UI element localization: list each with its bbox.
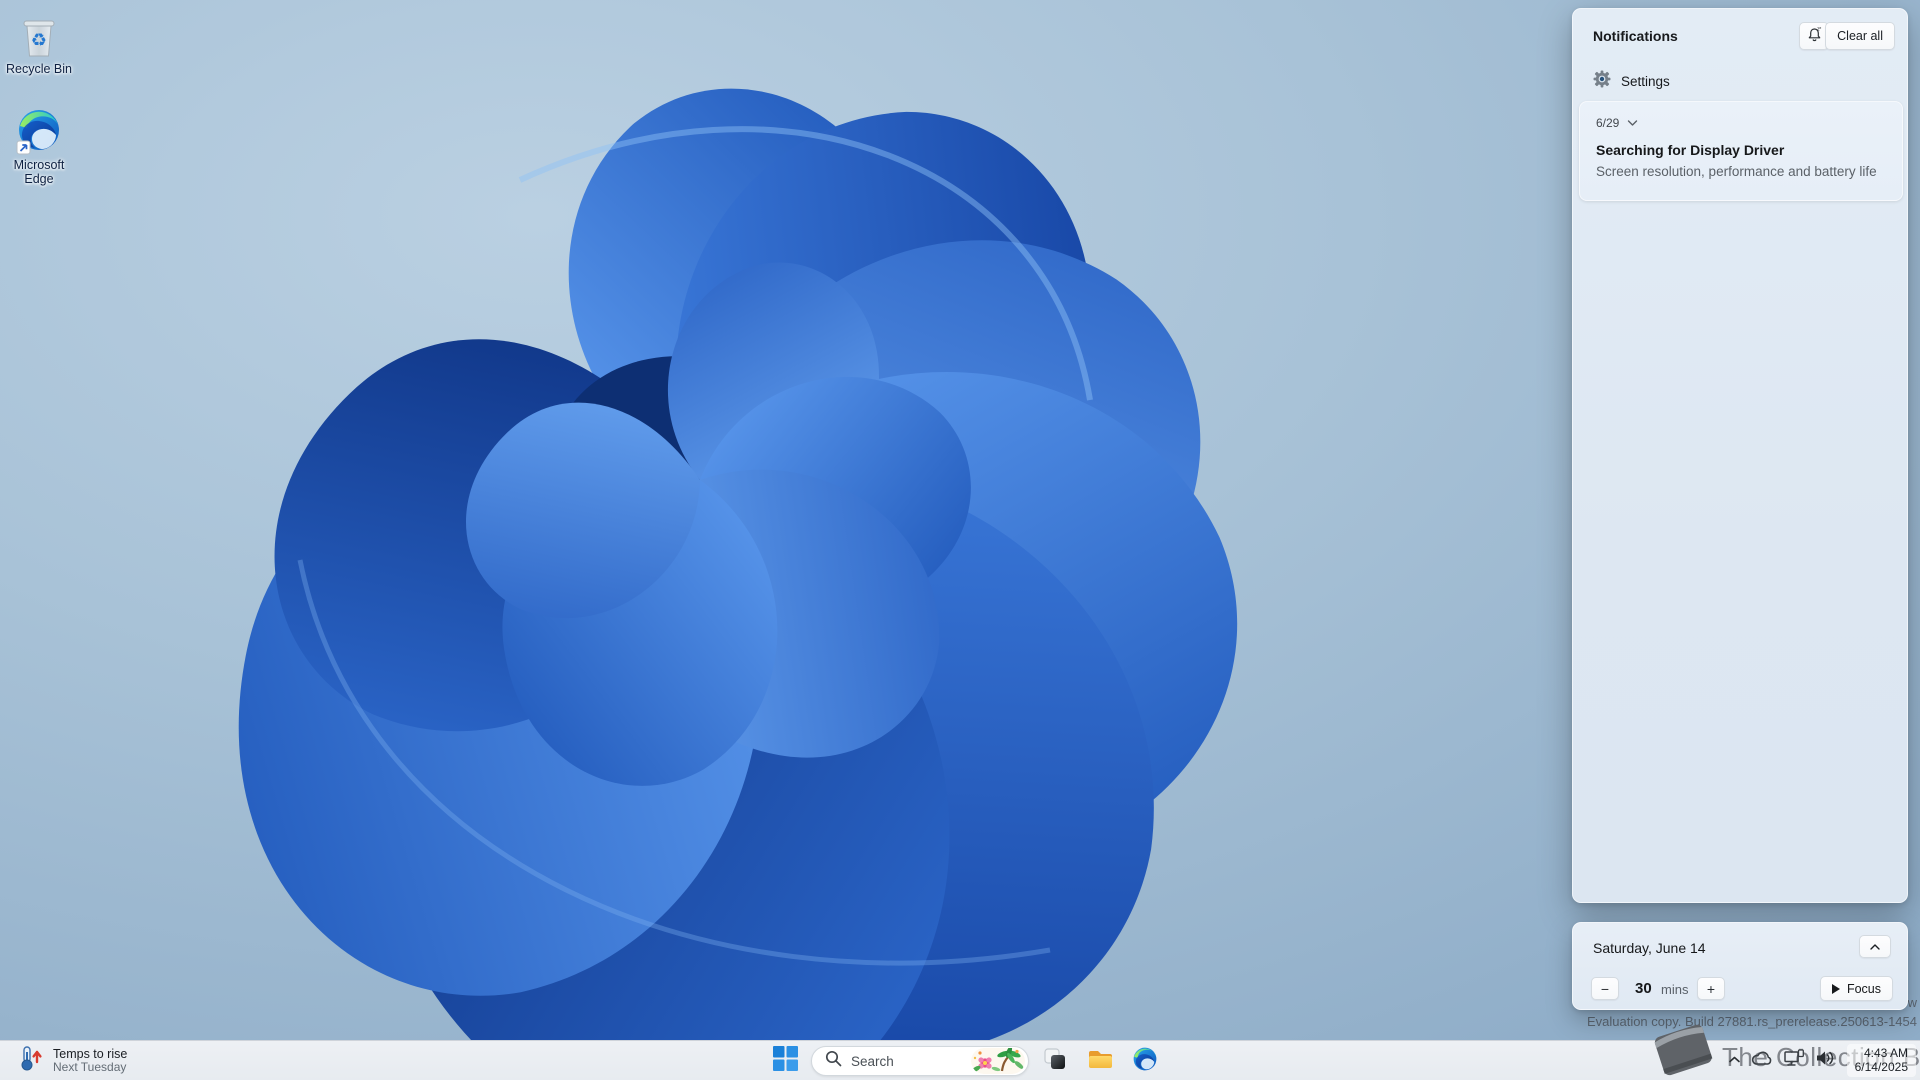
notification-settings-row[interactable]: Settings	[1593, 69, 1670, 93]
notification-group-header[interactable]: 6/29	[1596, 114, 1638, 132]
desktop-icon-label: Microsoft Edge	[0, 158, 78, 186]
file-explorer-icon	[1087, 1045, 1114, 1077]
notification-group-card[interactable]: 6/29 Searching for Display Driver Screen…	[1579, 101, 1903, 201]
calendar-collapse-button[interactable]	[1859, 935, 1891, 958]
system-tray: 4:43 AM 6/14/2025	[1723, 1040, 1920, 1080]
windows-logo-icon	[773, 1046, 798, 1076]
volume-tray-button[interactable]	[1810, 1044, 1841, 1076]
widgets-weather-button[interactable]: Temps to rise Next Tuesday	[6, 1041, 139, 1080]
edge-icon	[1132, 1046, 1158, 1077]
notification-body: Screen resolution, performance and batte…	[1596, 164, 1877, 179]
tray-clock[interactable]: 4:43 AM 6/14/2025	[1847, 1044, 1916, 1077]
edge-shortcut-icon	[15, 108, 63, 156]
weather-headline: Temps to rise	[53, 1047, 127, 1061]
chevron-down-icon	[1627, 114, 1638, 132]
bell-snooze-icon: z z	[1806, 26, 1823, 47]
watermark-line1-fragment: w	[1908, 995, 1917, 1010]
search-input[interactable]	[851, 1054, 962, 1069]
taskbar-search-box[interactable]	[811, 1046, 1029, 1076]
recycle-bin-icon: ♻	[15, 12, 63, 60]
desktop-icon-label: Recycle Bin	[0, 62, 78, 76]
play-icon	[1832, 984, 1840, 994]
clock-date: 6/14/2025	[1855, 1060, 1908, 1074]
notifications-title: Notifications	[1593, 28, 1678, 44]
task-view-icon	[1042, 1046, 1068, 1077]
focus-increase-button[interactable]: +	[1697, 977, 1725, 1000]
settings-row-label: Settings	[1621, 74, 1670, 89]
search-icon	[825, 1050, 842, 1072]
tray-show-hidden-icons-button[interactable]	[1723, 1044, 1746, 1076]
thermometer-rising-icon	[18, 1045, 44, 1078]
speaker-icon	[1815, 1049, 1836, 1072]
start-button[interactable]	[766, 1042, 804, 1080]
desktop-icon-microsoft-edge[interactable]: Microsoft Edge	[0, 108, 78, 186]
notification-title: Searching for Display Driver	[1596, 142, 1784, 158]
notifications-header: Notifications z z Clear all	[1573, 9, 1907, 63]
clear-all-button[interactable]: Clear all	[1825, 22, 1895, 50]
network-tray-button[interactable]	[1778, 1044, 1810, 1076]
svg-text:♻: ♻	[31, 30, 47, 51]
focus-decrease-button[interactable]: −	[1591, 977, 1619, 1000]
chevron-up-icon	[1728, 1051, 1741, 1069]
calendar-focus-panel: Saturday, June 14 − 30 mins + Focus	[1572, 922, 1908, 1010]
onedrive-tray-button[interactable]	[1746, 1044, 1778, 1076]
edge-taskbar-button[interactable]	[1126, 1042, 1164, 1080]
focus-minutes-value: 30	[1635, 980, 1652, 997]
settings-gear-icon	[1593, 70, 1611, 93]
svg-text:z: z	[1819, 26, 1821, 30]
desktop-icon-recycle-bin[interactable]: ♻ Recycle Bin	[0, 12, 78, 76]
file-explorer-button[interactable]	[1081, 1042, 1119, 1080]
taskbar: Temps to rise Next Tuesday	[0, 1040, 1920, 1080]
notifications-panel: Notifications z z Clear all	[1572, 8, 1908, 903]
chevron-up-icon	[1869, 938, 1881, 956]
group-date-label: 6/29	[1596, 116, 1619, 130]
focus-button-label: Focus	[1847, 982, 1881, 996]
calendar-date-label: Saturday, June 14	[1593, 940, 1706, 956]
cloud-icon	[1751, 1050, 1773, 1071]
search-seasonal-art	[971, 1048, 1025, 1074]
focus-minutes-unit: mins	[1661, 982, 1688, 997]
watermark-build-text: Evaluation copy. Build 27881.rs_prerelea…	[1587, 1014, 1917, 1029]
task-view-button[interactable]	[1036, 1042, 1074, 1080]
weather-subtitle: Next Tuesday	[53, 1061, 127, 1075]
focus-start-button[interactable]: Focus	[1820, 976, 1893, 1001]
ethernet-network-icon	[1783, 1048, 1805, 1073]
clock-time: 4:43 AM	[1855, 1046, 1908, 1060]
